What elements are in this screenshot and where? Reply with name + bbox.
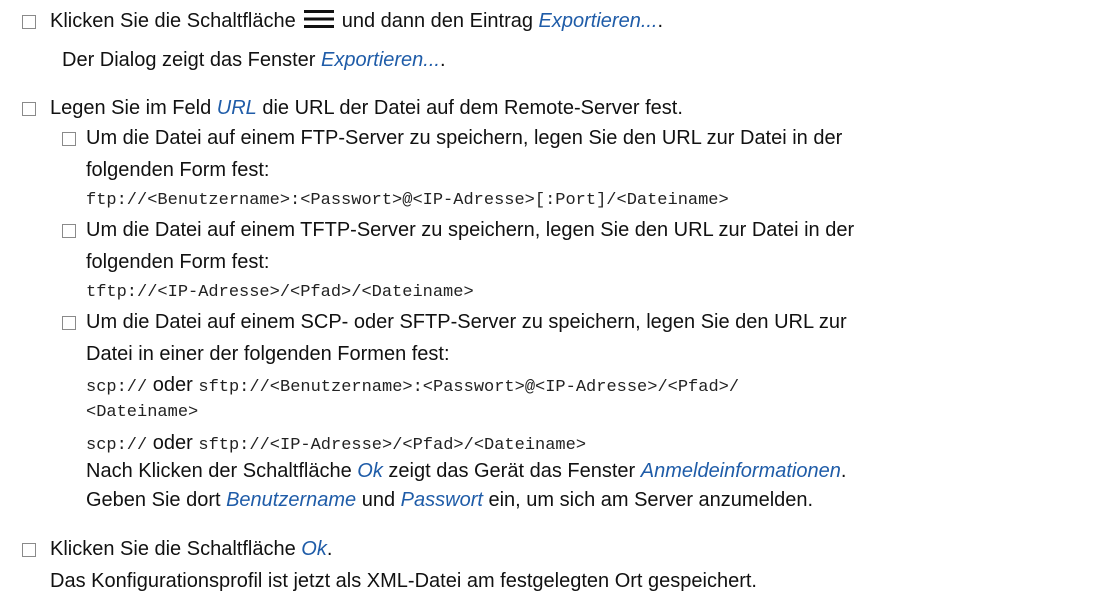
step3-period: .	[326, 538, 333, 560]
step-checkbox-2[interactable]	[22, 102, 36, 116]
step2-field-url: URL	[216, 97, 257, 119]
tftp-code: tftp://<IP-Adresse>/<Pfad>/<Dateiname>	[86, 283, 474, 302]
substep-checkbox-scp[interactable]	[62, 316, 76, 330]
note2-text-b: ein, um sich am Server anzumelden.	[488, 489, 814, 511]
substep-checkbox-ftp[interactable]	[62, 132, 76, 146]
step-checkbox-3[interactable]	[22, 543, 36, 557]
scp-code1-a: scp://	[86, 378, 148, 397]
step3-ok-link[interactable]: Ok	[301, 538, 327, 560]
note1-window: Anmeldeinformationen	[640, 460, 841, 482]
scp-line2: Datei in einer der folgenden Formen fest…	[86, 343, 450, 365]
document-page: { "step1": { "text_a": "Klicken Sie die …	[0, 0, 1106, 605]
tftp-line2: folgenden Form fest:	[86, 251, 270, 273]
scp-code2-b: sftp://<IP-Adresse>/<Pfad>/<Dateiname>	[198, 436, 587, 455]
note1-text-b: zeigt das Gerät das Fenster	[388, 460, 636, 482]
scp-code2-a: scp://	[86, 436, 148, 455]
scp-line1: Um die Datei auf einem SCP- oder SFTP-Se…	[86, 311, 847, 333]
scp-oder-2: oder	[152, 432, 193, 454]
note1-period: .	[840, 460, 847, 482]
note2-username: Benutzername	[226, 489, 357, 511]
step1-result: Der Dialog zeigt das Fenster Exportieren…	[62, 46, 446, 74]
note1-text-a: Nach Klicken der Schaltfläche	[86, 460, 352, 482]
scp-note2: Geben Sie dort Benutzername und Passwort…	[86, 486, 813, 514]
substep-checkbox-tftp[interactable]	[62, 224, 76, 238]
hamburger-menu-icon	[303, 10, 334, 28]
step1-text-b: und dann den Eintrag	[341, 10, 533, 32]
step1-result-text: Der Dialog zeigt das Fenster	[62, 49, 316, 71]
step1-result-entry: Exportieren...	[321, 49, 440, 71]
step3-instruction: Klicken Sie die Schaltfläche Ok.	[50, 535, 332, 563]
step1-text-a: Klicken Sie die Schaltfläche	[50, 10, 296, 32]
step1-instruction: Klicken Sie die Schaltfläche und dann den…	[50, 7, 663, 35]
scp-note1: Nach Klicken der Schaltfläche Ok zeigt d…	[86, 457, 846, 485]
step3-text-a: Klicken Sie die Schaltfläche	[50, 538, 296, 560]
step1-result-period: .	[439, 49, 446, 71]
scp-code1-b: sftp://<Benutzername>:<Passwort>@<IP-Adr…	[198, 378, 740, 397]
note1-ok: Ok	[357, 460, 383, 482]
step-checkbox-1[interactable]	[22, 15, 36, 29]
ftp-code: ftp://<Benutzername>:<Passwort>@<IP-Adre…	[86, 191, 729, 210]
ftp-line2: folgenden Form fest:	[86, 159, 270, 181]
note2-text-a: Geben Sie dort	[86, 489, 221, 511]
step3-result: Das Konfigurationsprofil ist jetzt als X…	[50, 570, 757, 592]
tftp-line1: Um die Datei auf einem TFTP-Server zu sp…	[86, 219, 855, 241]
step2-text-a: Legen Sie im Feld	[50, 97, 212, 119]
scp-oder-1: oder	[152, 374, 193, 396]
step2-text-b: die URL der Datei auf dem Remote-Server …	[262, 97, 683, 119]
note2-password: Passwort	[400, 489, 483, 511]
step2-instruction: Legen Sie im Feld URL die URL der Datei …	[50, 94, 683, 122]
scp-code1-c: <Dateiname>	[86, 403, 199, 422]
step1-entry-link[interactable]: Exportieren...	[539, 10, 658, 32]
scp-code1: scp:// oder sftp://<Benutzername>:<Passw…	[86, 371, 739, 399]
step1-text-c: .	[657, 10, 664, 32]
scp-code2: scp:// oder sftp://<IP-Adresse>/<Pfad>/<…	[86, 429, 586, 457]
note2-und: und	[361, 489, 396, 511]
ftp-line1: Um die Datei auf einem FTP-Server zu spe…	[86, 127, 843, 149]
